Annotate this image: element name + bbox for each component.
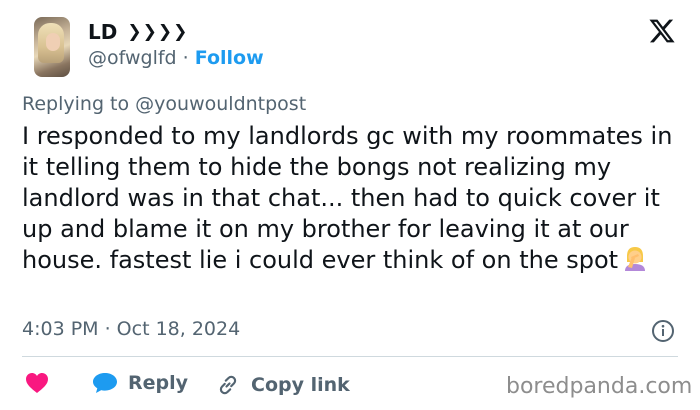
reply-button[interactable]: Reply bbox=[92, 372, 188, 394]
avatar[interactable] bbox=[34, 17, 70, 77]
replying-prefix: Replying to bbox=[22, 93, 130, 115]
watermark: boredpanda.com bbox=[506, 374, 693, 399]
author-name[interactable]: LD bbox=[88, 20, 117, 44]
tweet-timestamp[interactable]: 4:03 PM · Oct 18, 2024 bbox=[22, 318, 240, 340]
copy-link-button[interactable]: Copy link bbox=[215, 372, 350, 398]
author-handle[interactable]: @ofwglfd bbox=[88, 47, 177, 69]
info-icon[interactable] bbox=[651, 319, 675, 343]
tweet-text-block: I responded to my landlords gc with my r… bbox=[22, 121, 687, 276]
tweet-text: I responded to my landlords gc with my r… bbox=[22, 122, 673, 274]
follow-button[interactable]: Follow bbox=[195, 47, 264, 69]
replying-to-handle[interactable]: @youwouldntpost bbox=[135, 93, 306, 115]
x-logo-icon[interactable] bbox=[647, 17, 677, 45]
author-name-suffix: ❯❯❯❯ bbox=[127, 22, 189, 42]
copy-link-label: Copy link bbox=[251, 374, 350, 396]
link-icon bbox=[219, 375, 237, 395]
like-button[interactable] bbox=[25, 372, 49, 394]
reply-bubble-icon bbox=[93, 373, 117, 393]
avatar-face bbox=[46, 33, 60, 51]
reply-label: Reply bbox=[128, 372, 189, 394]
divider bbox=[22, 356, 678, 357]
author-name-row[interactable]: LD ❯❯❯❯ bbox=[88, 20, 188, 44]
author-handle-row: @ofwglfd · Follow bbox=[88, 47, 264, 69]
separator-dot: · bbox=[182, 47, 189, 69]
woman-facepalming-icon bbox=[625, 247, 646, 271]
heart-icon bbox=[26, 373, 48, 393]
replying-to: Replying to @youwouldntpost bbox=[22, 93, 306, 115]
